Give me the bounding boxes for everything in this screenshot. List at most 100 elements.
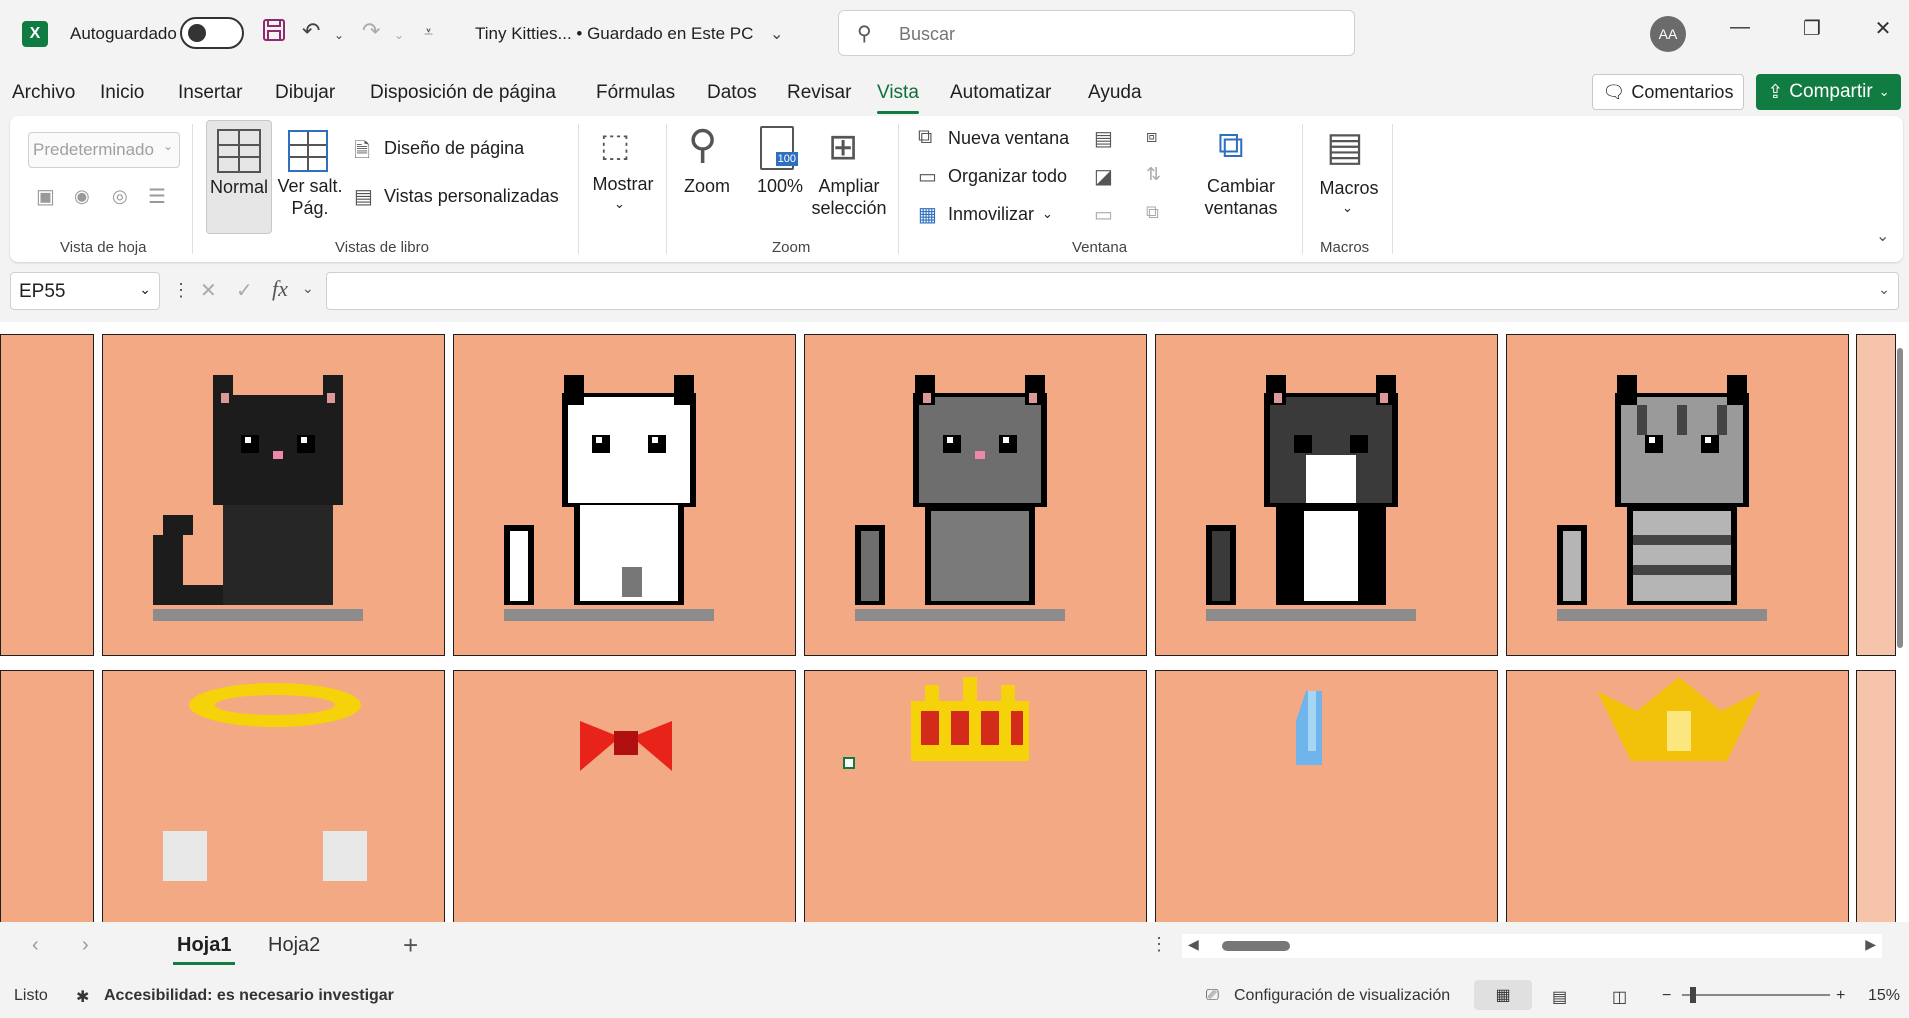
vertical-scrollbar[interactable] [1895,328,1905,918]
options-icon[interactable]: ☰ [148,184,166,209]
sheet-cell-tabby-cat[interactable] [1506,334,1849,656]
add-sheet-icon[interactable]: + [403,930,418,961]
zoom-out-icon[interactable]: − [1662,987,1671,1005]
new-window-button[interactable]: Nueva ventana [948,128,1069,149]
sheet-cell-tuxedo-cat[interactable] [1155,334,1498,656]
save-icon[interactable] [262,18,286,48]
tab-formulas[interactable]: Fórmulas [596,82,675,104]
exit-view-icon[interactable]: ◉ [74,186,90,207]
sheet-tab-hoja1[interactable]: Hoja1 [172,934,236,965]
tab-inicio[interactable]: Inicio [100,82,144,104]
hundred-percent-button[interactable]: 100% [752,176,808,197]
switch-windows-button[interactable]: Cambiar ventanas [1196,176,1286,219]
zoom-level[interactable]: 15% [1868,987,1900,1005]
selected-cell-indicator[interactable] [843,757,855,769]
page-layout-button[interactable]: Diseño de página [384,138,524,159]
arrange-all-button[interactable]: Organizar todo [948,166,1067,187]
sheet-cell-white-cat[interactable] [453,334,796,656]
chevron-down-icon[interactable]: ⌄ [770,24,783,44]
new-view-icon[interactable]: ◎ [112,186,128,207]
zoom-button[interactable]: Zoom [682,176,732,197]
new-window-icon[interactable]: ⧉ [918,126,932,149]
page-layout-view-icon[interactable]: ▤ [1552,987,1567,1007]
horizontal-scrollbar[interactable]: ◀ ▶ [1182,934,1882,958]
document-title[interactable]: Tiny Kitties... • Guardado en Este PC [475,24,753,44]
zoom-selection-button[interactable]: Ampliar selección [810,176,888,219]
zoom-in-icon[interactable]: + [1836,987,1845,1005]
sheet-view-select[interactable]: Predeterminado ⌄ [28,132,180,168]
undo-icon[interactable]: ↶ [302,18,320,44]
more-options-icon[interactable]: ⋮ [1150,934,1168,955]
scroll-left-icon[interactable]: ◀ [1188,936,1199,953]
chevron-down-icon[interactable]: ⌄ [614,196,625,212]
redo-dropdown-icon[interactable]: ⌄ [394,28,404,42]
display-settings-button[interactable]: Configuración de visualización [1234,987,1450,1005]
sheet-cell-golden-crown[interactable] [1506,670,1849,922]
show-button[interactable]: Mostrar [590,174,656,195]
tab-insertar[interactable]: Insertar [178,82,242,104]
zoom-selection-icon[interactable]: ⊞ [828,126,858,168]
more-options-icon[interactable]: ⋮ [172,280,190,301]
sheet-cell-red-bow[interactable] [453,670,796,922]
custom-views-icon[interactable]: ▤ [354,184,373,209]
sheet-cell-gray-cat[interactable] [804,334,1147,656]
page-break-view-icon[interactable]: ◫ [1612,987,1627,1007]
restore-icon[interactable]: ❐ [1797,16,1827,41]
undo-dropdown-icon[interactable]: ⌄ [334,28,344,42]
view-side-by-side-icon[interactable]: ⧈ [1146,126,1157,147]
redo-icon[interactable]: ↷ [362,18,380,44]
sync-scroll-icon[interactable]: ⇅ [1146,164,1161,185]
chevron-right-icon[interactable]: › [82,934,89,957]
normal-view-icon[interactable]: ▦ [1474,980,1532,1010]
page-layout-icon[interactable]: 🗎 [354,136,370,170]
page-break-icon[interactable] [288,130,328,172]
customize-toolbar-icon[interactable]: ⩡ [424,24,433,42]
accessibility-status[interactable]: Accesibilidad: es necesario investigar [104,987,394,1005]
formula-input[interactable]: ⌄ [326,272,1899,310]
autosave-toggle[interactable] [180,17,244,49]
zoom-icon[interactable]: ⚲ [688,122,717,168]
sheet-cell-blue-crystal[interactable] [1155,670,1498,922]
collapse-ribbon-icon[interactable]: ⌄ [1876,226,1889,246]
sheet-cell-black-cat[interactable] [102,334,445,656]
search-input[interactable] [899,21,1329,47]
switch-windows-icon[interactable]: ⧉ [1218,124,1244,167]
tab-dibujar[interactable]: Dibujar [275,82,335,104]
chevron-down-icon[interactable]: ⌄ [1042,206,1053,222]
display-settings-icon[interactable]: ⎚ [1206,987,1219,1005]
scrollbar-thumb[interactable] [1222,941,1290,951]
sheet-cell[interactable] [0,334,94,656]
share-button[interactable]: ⇪ Compartir ⌄ [1756,74,1901,110]
tab-ayuda[interactable]: Ayuda [1088,82,1142,104]
close-icon[interactable]: ✕ [1868,16,1898,41]
normal-view-button[interactable]: Normal [206,120,272,234]
name-box[interactable]: EP55 ⌄ [10,272,160,310]
split-icon[interactable]: ▤ [1094,126,1113,151]
macros-icon[interactable]: ▤ [1326,124,1364,170]
sheet-tab-hoja2[interactable]: Hoja2 [268,934,320,957]
tab-datos[interactable]: Datos [707,82,757,104]
tab-automatizar[interactable]: Automatizar [950,82,1051,104]
unhide-icon[interactable]: ▭ [1094,202,1113,227]
tab-disposicion[interactable]: Disposición de página [370,82,556,104]
accessibility-icon[interactable]: ✱ [76,987,89,1007]
avatar[interactable]: AA [1650,16,1686,52]
scroll-right-icon[interactable]: ▶ [1865,936,1876,953]
zoom-slider[interactable] [1682,987,1830,1003]
reset-position-icon[interactable]: ⧉ [1146,202,1159,223]
tab-vista[interactable]: Vista [877,82,919,114]
chevron-down-icon[interactable]: ⌄ [302,280,314,297]
confirm-icon[interactable]: ✓ [236,278,253,303]
sheet-cell[interactable] [1856,670,1896,922]
custom-views-button[interactable]: Vistas personalizadas [384,186,559,207]
keep-view-icon[interactable]: ▣ [36,184,55,209]
freeze-button[interactable]: Inmovilizar [948,204,1034,225]
tab-revisar[interactable]: Revisar [787,82,851,104]
sheet-cell[interactable] [1856,334,1896,656]
chevron-left-icon[interactable]: ‹ [32,934,39,957]
macros-button[interactable]: Macros [1316,178,1382,199]
comments-button[interactable]: 🗨 Comentarios [1592,74,1744,110]
sheet-cell[interactable] [0,670,94,922]
tab-archivo[interactable]: Archivo [12,82,75,104]
minimize-icon[interactable]: — [1725,16,1755,39]
